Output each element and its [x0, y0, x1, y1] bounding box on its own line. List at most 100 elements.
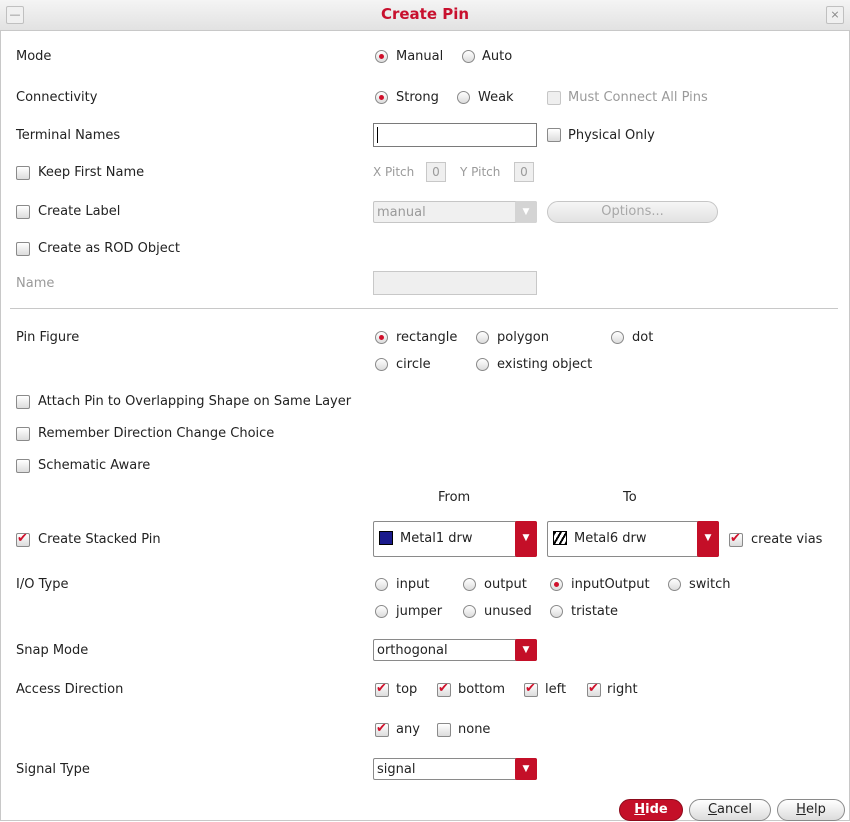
create-stacked-pin-checkbox[interactable]: [16, 531, 30, 547]
access-left-checkbox[interactable]: [524, 681, 538, 697]
cancel-mnemonic: C: [707, 802, 718, 817]
window-title: Create Pin: [380, 5, 470, 23]
io-input-radio[interactable]: [375, 578, 388, 591]
label-mode-value: manual: [377, 205, 426, 220]
mode-auto-label[interactable]: Auto: [482, 49, 512, 64]
to-layer-select[interactable]: Metal6 drw ▼: [547, 521, 719, 557]
access-bottom-label[interactable]: bottom: [458, 682, 505, 697]
io-jumper-radio[interactable]: [375, 605, 388, 618]
io-inputoutput-radio[interactable]: [550, 578, 563, 591]
must-connect-checkbox[interactable]: [547, 91, 561, 105]
mode-label: Mode: [16, 49, 52, 64]
help-mnemonic: H: [796, 802, 806, 817]
access-none-checkbox[interactable]: [437, 723, 451, 737]
mode-manual-label[interactable]: Manual: [396, 49, 443, 64]
access-any-label[interactable]: any: [396, 722, 420, 737]
signal-type-combo[interactable]: signal ▼: [373, 758, 537, 780]
must-connect-label: Must Connect All Pins: [568, 90, 708, 105]
io-switch-radio[interactable]: [668, 578, 681, 591]
io-tristate-radio[interactable]: [550, 605, 563, 618]
pin-figure-dot-label[interactable]: dot: [632, 330, 653, 345]
physical-only-label[interactable]: Physical Only: [568, 128, 655, 143]
remember-direction-label[interactable]: Remember Direction Change Choice: [38, 426, 274, 441]
hide-label: ide: [645, 802, 668, 817]
cancel-label: ancel: [717, 802, 753, 817]
pin-figure-circle-label[interactable]: circle: [396, 357, 431, 372]
io-type-label: I/O Type: [16, 577, 69, 592]
layer-swatch-icon: [553, 531, 567, 545]
io-unused-radio[interactable]: [463, 605, 476, 618]
access-none-label[interactable]: none: [458, 722, 490, 737]
create-label-label[interactable]: Create Label: [38, 204, 120, 219]
attach-pin-checkbox[interactable]: [16, 395, 30, 409]
help-label: elp: [805, 802, 826, 817]
pin-figure-label: Pin Figure: [16, 330, 80, 345]
pin-figure-rectangle-radio[interactable]: [375, 331, 388, 344]
create-stacked-pin-label[interactable]: Create Stacked Pin: [38, 532, 161, 547]
io-inputoutput-label[interactable]: inputOutput: [571, 577, 650, 592]
pin-figure-polygon-radio[interactable]: [476, 331, 489, 344]
y-pitch-input[interactable]: 0: [514, 162, 534, 182]
mode-auto-radio[interactable]: [462, 50, 475, 63]
io-output-label[interactable]: output: [484, 577, 527, 592]
attach-pin-label[interactable]: Attach Pin to Overlapping Shape on Same …: [38, 394, 351, 409]
access-direction-label: Access Direction: [16, 682, 124, 697]
pin-figure-existing-radio[interactable]: [476, 358, 489, 371]
access-any-checkbox[interactable]: [375, 721, 389, 737]
to-header: To: [623, 490, 637, 505]
connectivity-weak-radio[interactable]: [457, 91, 470, 104]
schematic-aware-label[interactable]: Schematic Aware: [38, 458, 150, 473]
io-output-radio[interactable]: [463, 578, 476, 591]
pin-figure-rectangle-label[interactable]: rectangle: [396, 330, 457, 345]
close-icon[interactable]: ⨯: [826, 6, 844, 24]
io-jumper-label[interactable]: jumper: [396, 604, 442, 619]
access-left-label[interactable]: left: [545, 682, 566, 697]
create-vias-label[interactable]: create vias: [751, 532, 822, 547]
access-bottom-checkbox[interactable]: [437, 681, 451, 697]
from-layer-select[interactable]: Metal1 drw ▼: [373, 521, 537, 557]
create-rod-checkbox[interactable]: [16, 242, 30, 256]
connectivity-strong-radio[interactable]: [375, 91, 388, 104]
x-pitch-input[interactable]: 0: [426, 162, 446, 182]
pin-figure-existing-label[interactable]: existing object: [497, 357, 592, 372]
io-tristate-label[interactable]: tristate: [571, 604, 618, 619]
snap-mode-value: orthogonal: [377, 643, 448, 658]
chevron-down-icon: ▼: [515, 758, 537, 780]
access-right-checkbox[interactable]: [587, 681, 601, 697]
create-rod-label[interactable]: Create as ROD Object: [38, 241, 180, 256]
chevron-down-icon: ▼: [697, 521, 719, 557]
help-button[interactable]: Help: [777, 799, 845, 821]
create-vias-checkbox[interactable]: [729, 531, 743, 547]
rod-name-label: Name: [16, 276, 55, 291]
cancel-button[interactable]: Cancel: [689, 799, 771, 821]
access-right-label[interactable]: right: [607, 682, 638, 697]
physical-only-checkbox[interactable]: [547, 128, 561, 142]
io-switch-label[interactable]: switch: [689, 577, 731, 592]
connectivity-weak-label[interactable]: Weak: [478, 90, 514, 105]
keep-first-name-label[interactable]: Keep First Name: [38, 165, 144, 180]
keep-first-name-checkbox[interactable]: [16, 166, 30, 180]
terminal-names-input[interactable]: [373, 123, 537, 147]
label-mode-combo[interactable]: manual ▼: [373, 201, 537, 223]
io-unused-label[interactable]: unused: [484, 604, 532, 619]
schematic-aware-checkbox[interactable]: [16, 459, 30, 473]
mode-manual-radio[interactable]: [375, 50, 388, 63]
chevron-down-icon: ▼: [515, 639, 537, 661]
text-caret: [377, 127, 378, 143]
snap-mode-combo[interactable]: orthogonal ▼: [373, 639, 537, 661]
signal-type-label: Signal Type: [16, 762, 90, 777]
chevron-down-icon: ▼: [515, 521, 537, 557]
rod-name-input[interactable]: [373, 271, 537, 295]
remember-direction-checkbox[interactable]: [16, 427, 30, 441]
connectivity-label: Connectivity: [16, 90, 98, 105]
io-input-label[interactable]: input: [396, 577, 429, 592]
pin-figure-circle-radio[interactable]: [375, 358, 388, 371]
pin-figure-polygon-label[interactable]: polygon: [497, 330, 549, 345]
hide-button[interactable]: Hide: [619, 799, 683, 821]
options-button[interactable]: Options...: [547, 201, 718, 223]
pin-figure-dot-radio[interactable]: [611, 331, 624, 344]
create-label-checkbox[interactable]: [16, 205, 30, 219]
access-top-checkbox[interactable]: [375, 681, 389, 697]
access-top-label[interactable]: top: [396, 682, 417, 697]
connectivity-strong-label[interactable]: Strong: [396, 90, 439, 105]
